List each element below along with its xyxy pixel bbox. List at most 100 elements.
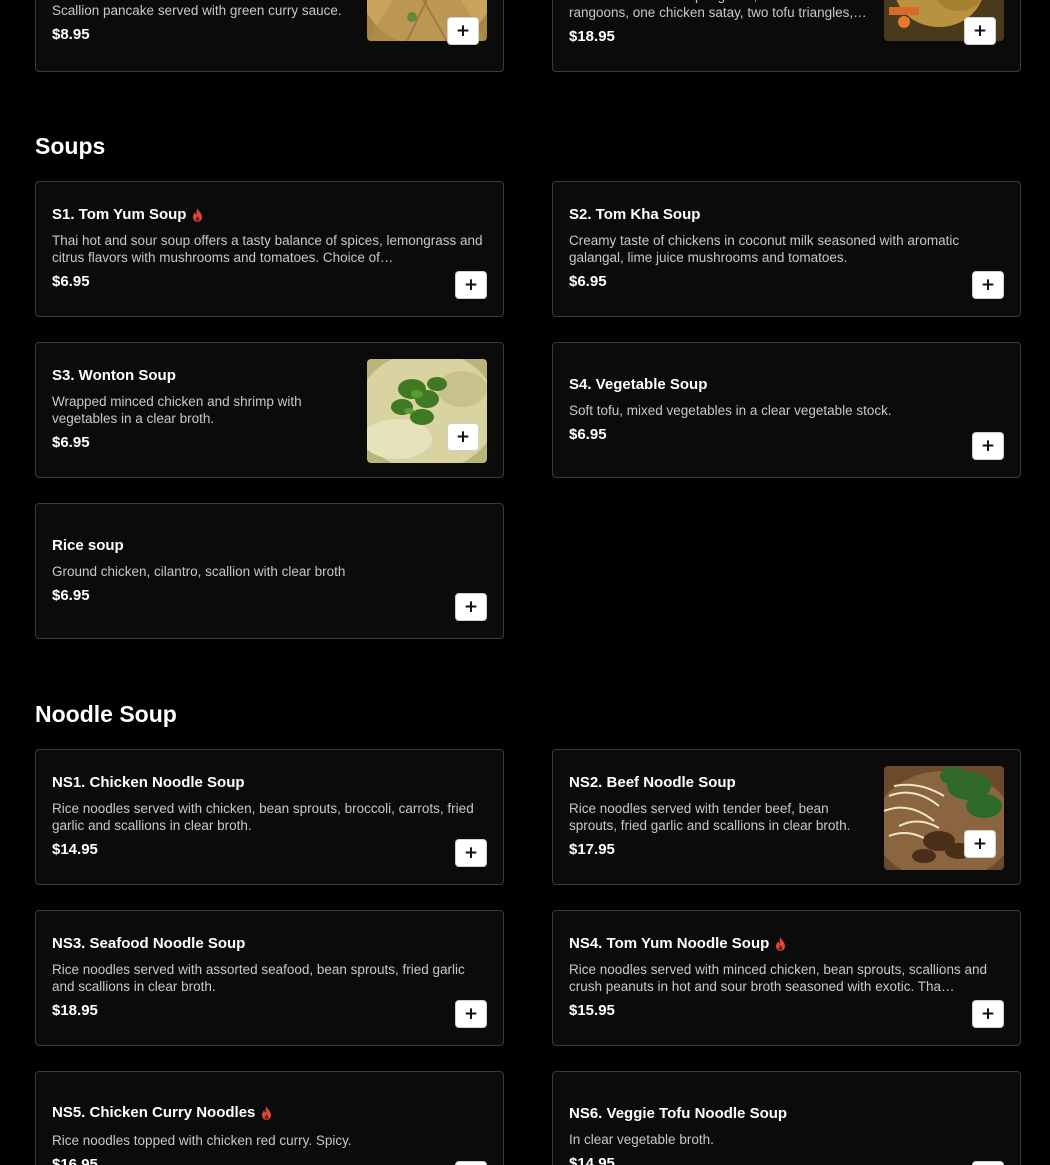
add-to-cart-button[interactable]: + — [964, 830, 996, 858]
menu-item-description: Rice noodles served with tender beef, be… — [569, 801, 851, 833]
add-to-cart-button[interactable]: + — [447, 17, 479, 45]
menu-item-card[interactable]: Rice soup Ground chicken, cilantro, scal… — [35, 503, 504, 639]
menu-item-price: $6.95 — [52, 586, 90, 604]
menu-item-name: S4. Vegetable Soup — [569, 376, 1004, 394]
menu-item-price: $6.95 — [52, 273, 90, 290]
menu-item-name: NS4. Tom Yum Noodle Soup — [569, 935, 1004, 953]
menu-item-title: NS1. Chicken Noodle Soup — [52, 774, 245, 791]
menu-item-title: S4. Vegetable Soup — [569, 375, 708, 393]
menu-item-name: S2. Tom Kha Soup — [569, 206, 1004, 224]
menu-item-card[interactable]: NS5. Chicken Curry Noodles Rice noodles … — [35, 1071, 504, 1165]
menu-item-price: $17.95 — [569, 841, 615, 858]
menu-item-card[interactable]: S2. Tom Kha Soup Creamy taste of chicken… — [552, 181, 1021, 317]
menu-item-name: S1. Tom Yum Soup — [52, 206, 487, 224]
add-to-cart-button[interactable]: + — [455, 593, 487, 621]
menu-item-title: S1. Tom Yum Soup — [52, 206, 187, 223]
menu-item-name: NS3. Seafood Noodle Soup — [52, 935, 487, 953]
menu-item-price: $18.95 — [52, 1002, 98, 1019]
menu-item-card[interactable]: S3. Wonton Soup Wrapped minced chicken a… — [35, 342, 504, 478]
menu-item-card[interactable]: S1. Tom Yum Soup Thai hot and sour soup … — [35, 181, 504, 317]
menu-item-price: $14.95 — [52, 841, 98, 858]
menu-item-description: Rice noodles topped with chicken red cur… — [52, 1132, 352, 1148]
menu-item-content: NS2. Beef Noodle Soup Rice noodles serve… — [569, 750, 870, 884]
menu-item-name: NS6. Veggie Tofu Noodle Soup — [569, 1105, 1004, 1123]
menu-item-price: $16.95 — [52, 1155, 98, 1165]
add-to-cart-button[interactable]: + — [455, 839, 487, 867]
menu-item-content: S2. Tom Kha Soup Creamy taste of chicken… — [569, 182, 1004, 316]
spicy-flame-icon — [262, 1105, 272, 1120]
menu-item-description: In clear vegetable broth. — [569, 1131, 714, 1147]
menu-item-content: NS3. Seafood Noodle Soup Rice noodles se… — [52, 911, 487, 1045]
plus-icon: + — [463, 842, 479, 863]
spicy-flame-icon — [193, 208, 203, 222]
plus-icon: + — [455, 426, 471, 447]
menu-item-price: $8.95 — [52, 26, 90, 43]
menu-item-card[interactable]: NS1. Chicken Noodle Soup Rice noodles se… — [35, 749, 504, 885]
add-to-cart-button[interactable]: + — [972, 271, 1004, 299]
plus-icon: + — [463, 1003, 479, 1024]
menu-item-price: $14.95 — [569, 1154, 615, 1165]
add-to-cart-button[interactable]: + — [964, 17, 996, 45]
section-title-noodle-soup: Noodle Soup — [35, 701, 177, 727]
add-to-cart-button[interactable]: + — [972, 1000, 1004, 1028]
menu-item-title: NS2. Beef Noodle Soup — [569, 774, 736, 791]
menu-item-name: NS2. Beef Noodle Soup — [569, 774, 870, 792]
plus-icon: + — [972, 20, 988, 41]
menu-item-price: $18.95 — [569, 28, 615, 45]
add-to-cart-button[interactable]: + — [972, 432, 1004, 460]
add-to-cart-button[interactable]: + — [972, 1161, 1004, 1165]
menu-item-card[interactable]: Scallion pancake served with green curry… — [35, 0, 504, 72]
menu-item-name: S3. Wonton Soup — [52, 367, 353, 385]
menu-item-title: NS6. Veggie Tofu Noodle Soup — [569, 1104, 788, 1122]
plus-icon: + — [455, 20, 471, 41]
section-title-soups: Soups — [35, 133, 106, 159]
plus-icon: + — [980, 1003, 996, 1024]
plus-icon: + — [463, 596, 479, 617]
plus-icon: + — [463, 274, 479, 295]
menu-item-description: Creamy taste of chickens in coconut milk… — [569, 233, 960, 265]
spicy-flame-icon — [776, 937, 786, 951]
add-to-cart-button[interactable]: + — [455, 271, 487, 299]
menu-item-content: S3. Wonton Soup Wrapped minced chicken a… — [52, 343, 353, 477]
plus-icon: + — [980, 274, 996, 295]
plus-icon: + — [980, 435, 996, 456]
menu-item-name: Rice soup — [52, 537, 487, 555]
menu-item-title: NS4. Tom Yum Noodle Soup — [569, 935, 770, 952]
menu-item-description: Scallion pancake served with green curry… — [52, 3, 342, 18]
menu-item-description: Ground chicken, cilantro, scallion with … — [52, 563, 346, 579]
add-to-cart-button[interactable]: + — [455, 1000, 487, 1028]
add-to-cart-button[interactable]: + — [447, 423, 479, 451]
menu-item-card[interactable]: NS2. Beef Noodle Soup Rice noodles serve… — [552, 749, 1021, 885]
menu-item-content: NS5. Chicken Curry Noodles Rice noodles … — [52, 1072, 487, 1165]
menu-item-title: S3. Wonton Soup — [52, 367, 176, 384]
menu-item-price: $6.95 — [52, 434, 90, 451]
menu-item-price: $6.95 — [569, 425, 607, 443]
menu-item-content: S1. Tom Yum Soup Thai hot and sour soup … — [52, 182, 487, 316]
menu-page: Scallion pancake served with green curry… — [0, 0, 1050, 1165]
menu-item-description: Rice noodles served with minced chicken,… — [569, 962, 987, 994]
menu-item-content: Rice soup Ground chicken, cilantro, scal… — [52, 504, 487, 638]
menu-item-description: Rice noodles served with assorted seafoo… — [52, 962, 465, 994]
menu-item-price: $6.95 — [569, 273, 607, 290]
menu-item-content: S4. Vegetable Soup Soft tofu, mixed vege… — [569, 343, 1004, 477]
menu-item-card[interactable]: NS4. Tom Yum Noodle Soup Rice noodles se… — [552, 910, 1021, 1046]
menu-item-price: $15.95 — [569, 1002, 615, 1019]
menu-item-card[interactable]: S4. Vegetable Soup Soft tofu, mixed vege… — [552, 342, 1021, 478]
menu-item-content: Combination of two spring rolls, two cra… — [569, 0, 870, 47]
menu-item-content: NS6. Veggie Tofu Noodle Soup In clear ve… — [569, 1072, 1004, 1165]
menu-item-title: S2. Tom Kha Soup — [569, 206, 701, 223]
menu-item-name: NS5. Chicken Curry Noodles — [52, 1104, 487, 1122]
menu-item-description: Rice noodles served with chicken, bean s… — [52, 801, 474, 833]
menu-item-card[interactable]: NS6. Veggie Tofu Noodle Soup In clear ve… — [552, 1071, 1021, 1165]
menu-item-content: Scallion pancake served with green curry… — [52, 0, 353, 45]
menu-item-card[interactable]: Combination of two spring rolls, two cra… — [552, 0, 1021, 72]
menu-item-description: Soft tofu, mixed vegetables in a clear v… — [569, 402, 892, 418]
menu-item-card[interactable]: NS3. Seafood Noodle Soup Rice noodles se… — [35, 910, 504, 1046]
menu-item-description: Thai hot and sour soup offers a tasty ba… — [52, 233, 483, 265]
menu-item-content: NS1. Chicken Noodle Soup Rice noodles se… — [52, 750, 487, 884]
menu-item-content: NS4. Tom Yum Noodle Soup Rice noodles se… — [569, 911, 1004, 1045]
menu-item-title: Rice soup — [52, 536, 124, 554]
menu-item-title: NS3. Seafood Noodle Soup — [52, 935, 246, 952]
add-to-cart-button[interactable]: + — [455, 1161, 487, 1165]
menu-item-description: Combination of two spring rolls, two cra… — [569, 0, 854, 20]
